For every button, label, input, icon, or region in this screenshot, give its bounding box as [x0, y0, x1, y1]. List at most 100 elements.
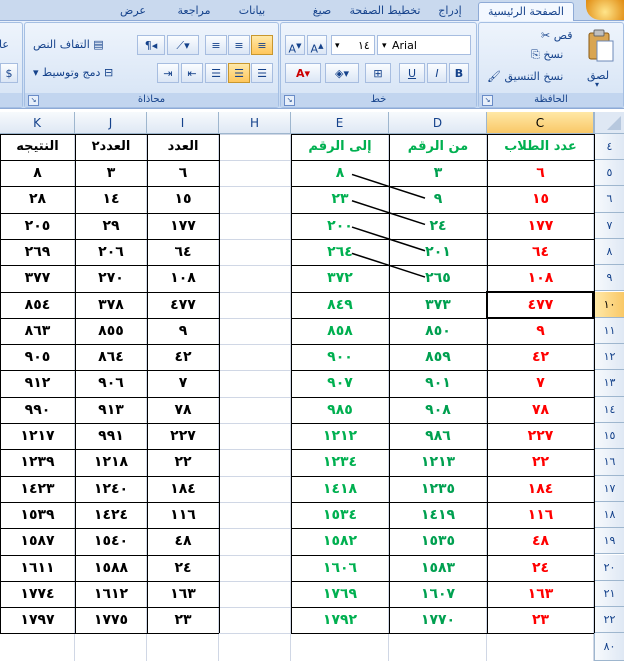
cell-c[interactable]: ٧	[487, 370, 594, 396]
fill-color-icon[interactable]: ◈▾	[325, 63, 359, 83]
cell-c[interactable]: ١٦٣	[487, 581, 594, 607]
header-cell-k[interactable]: النتيجه	[0, 134, 75, 160]
decrease-indent-icon[interactable]: ⇥	[157, 63, 179, 83]
cell-j[interactable]: ١٥٨٨	[75, 555, 147, 581]
wrap-text-button[interactable]: التفاف النص ▤	[33, 38, 104, 51]
cell-e[interactable]: ٩٨٥	[291, 397, 389, 423]
cell-j[interactable]: ٣٧٨	[75, 292, 147, 318]
cell-d[interactable]: ٨٥٠	[389, 318, 487, 344]
cell-i[interactable]: ١٦٣	[147, 581, 219, 607]
shrink-font-icon[interactable]: A▼	[285, 35, 305, 56]
row-header[interactable]: ٢١	[594, 580, 624, 608]
font-name-combo[interactable]: ▾ Arial	[377, 35, 471, 55]
column-header-i[interactable]: I	[147, 112, 219, 134]
merge-center-button[interactable]: ▾ دمج وتوسيط ⊟	[33, 66, 113, 79]
cell-c[interactable]: ٧٨	[487, 397, 594, 423]
select-all-corner[interactable]	[594, 112, 624, 134]
cell-i[interactable]: ١٨٤	[147, 476, 219, 502]
cell-d[interactable]: ١٤١٩	[389, 502, 487, 528]
cell-e[interactable]: ١٦٠٦	[291, 555, 389, 581]
row-header[interactable]: ٦	[594, 186, 624, 213]
cell-d[interactable]: ٨٥٩	[389, 344, 487, 370]
cell-i[interactable]: ٦٤	[147, 239, 219, 265]
cell-i[interactable]: ١٧٧	[147, 213, 219, 239]
cell-e[interactable]: ١٥٣٤	[291, 502, 389, 528]
cell-i[interactable]: ٩	[147, 318, 219, 344]
cell-j[interactable]: ١٢١٨	[75, 449, 147, 475]
cell-k[interactable]: ١٢١٧	[0, 423, 75, 449]
row-header[interactable]: ١٦	[594, 449, 624, 476]
row-header[interactable]: ١٨	[594, 501, 624, 529]
row-header[interactable]: ١٠	[594, 291, 624, 318]
cell-c[interactable]: ٢٤	[487, 555, 594, 581]
font-color-icon[interactable]: A▾	[285, 63, 321, 83]
cell-k[interactable]: ١٦١١	[0, 555, 75, 581]
header-cell-i[interactable]: العدد	[147, 134, 219, 160]
office-button-icon[interactable]	[586, 0, 624, 20]
cell-d[interactable]: ١٦٠٧	[389, 581, 487, 607]
format-painter-button[interactable]: 🖌 نسخ التنسيق	[487, 70, 563, 83]
tab-data[interactable]: بيانات	[232, 2, 272, 20]
cell-c[interactable]: ١٠٨	[487, 265, 594, 291]
cell-k[interactable]: ٨	[0, 160, 75, 186]
column-header-e[interactable]: E	[291, 112, 389, 134]
cell-d[interactable]: ٣٧٣	[389, 292, 487, 318]
cell-d[interactable]: ٩٠١	[389, 370, 487, 396]
cell-e[interactable]: ١٥٨٢	[291, 528, 389, 554]
row-header[interactable]: ١٢	[594, 344, 624, 371]
row-header[interactable]: ٤	[594, 134, 624, 160]
cell-e[interactable]: ٢٦٤	[291, 239, 389, 265]
align-right-icon[interactable]: ☰	[251, 63, 273, 83]
cell-j[interactable]: ٣	[75, 160, 147, 186]
cell-j[interactable]: ١٤٢٤	[75, 502, 147, 528]
cell-j[interactable]: ١٥٤٠	[75, 528, 147, 554]
cell-c[interactable]: ٤٨	[487, 528, 594, 554]
header-cell-j[interactable]: العدد٢	[75, 134, 147, 160]
align-middle-icon[interactable]: ≡	[228, 35, 250, 55]
cell-e[interactable]: ١٤١٨	[291, 476, 389, 502]
row-header[interactable]: ١٧	[594, 475, 624, 502]
cell-d[interactable]: ١٥٣٥	[389, 528, 487, 554]
currency-icon[interactable]: $	[0, 63, 18, 83]
column-header-j[interactable]: J	[75, 112, 147, 134]
cell-k[interactable]: ١٥٨٧	[0, 528, 75, 554]
cell-c[interactable]: ١٧٧	[487, 213, 594, 239]
cell-c[interactable]: ٢٢٧	[487, 423, 594, 449]
align-top-icon[interactable]: ≡	[251, 35, 273, 55]
grow-font-icon[interactable]: A▲	[307, 35, 327, 56]
font-launcher-icon[interactable]: ↘	[284, 95, 295, 106]
cell-c[interactable]: ٦٤	[487, 239, 594, 265]
underline-button[interactable]: U	[399, 63, 425, 83]
row-header[interactable]: ٨٠	[594, 633, 624, 661]
row-header[interactable]: ١٤	[594, 396, 624, 423]
cell-j[interactable]: ١٧٧٥	[75, 607, 147, 633]
cell-c[interactable]: ٤٢	[487, 344, 594, 370]
cell-k[interactable]: ١٥٣٩	[0, 502, 75, 528]
cell-i[interactable]: ١٥	[147, 186, 219, 212]
column-header-c[interactable]: C	[487, 112, 594, 134]
cell-k[interactable]: ٩١٢	[0, 370, 75, 396]
tab-review[interactable]: مراجعة	[172, 2, 216, 20]
tab-insert[interactable]: إدراج	[430, 2, 470, 20]
cell-i[interactable]: ٢٢	[147, 449, 219, 475]
cell-k[interactable]: ١٧٩٧	[0, 607, 75, 633]
cell-d[interactable]: ١٢٣٥	[389, 476, 487, 502]
cell-e[interactable]: ٢٠٠	[291, 213, 389, 239]
cell-e[interactable]: ١٧٩٢	[291, 607, 389, 633]
cell-k[interactable]: ٩٩٠	[0, 397, 75, 423]
paste-button[interactable]	[583, 29, 617, 71]
row-header[interactable]: ٢٠	[594, 554, 624, 581]
cell-k[interactable]: ٣٧٧	[0, 265, 75, 291]
paste-dropdown-icon[interactable]: ▾	[595, 80, 599, 89]
tab-view[interactable]: عرض	[115, 2, 151, 20]
copy-button[interactable]: ⎘ نسخ	[531, 48, 563, 62]
bold-button[interactable]: B	[449, 63, 469, 83]
cell-k[interactable]: ٩٠٥	[0, 344, 75, 370]
row-header[interactable]: ٥	[594, 160, 624, 187]
cell-k[interactable]: ٢٦٩	[0, 239, 75, 265]
number-format-label[interactable]: عا	[0, 38, 9, 51]
cell-c[interactable]: ٩	[487, 318, 594, 344]
orientation-icon[interactable]: ⟋▾	[167, 35, 199, 55]
borders-button-icon[interactable]: ⊞	[365, 63, 391, 83]
cell-k[interactable]: ١٧٧٤	[0, 581, 75, 607]
